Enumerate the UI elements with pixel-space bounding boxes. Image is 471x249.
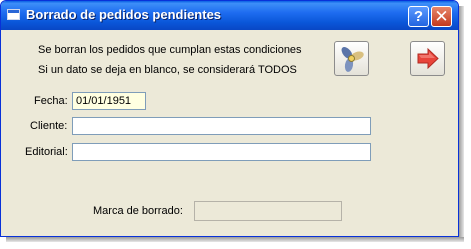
editorial-label: Editorial: — [25, 146, 68, 158]
title-bar[interactable]: Borrado de pedidos pendientes ? ✕ — [1, 1, 458, 30]
dialog-window: Borrado de pedidos pendientes ? ✕ Se bor… — [0, 0, 459, 237]
close-button[interactable]: ✕ — [431, 6, 452, 27]
cliente-label: Cliente: — [30, 120, 68, 132]
exit-button[interactable] — [410, 41, 445, 76]
execute-button[interactable] — [334, 41, 369, 76]
window-icon — [7, 9, 20, 20]
window-shadow-bottom — [6, 237, 464, 242]
window-title: Borrado de pedidos pendientes — [26, 7, 222, 22]
help-button[interactable]: ? — [408, 6, 429, 27]
marca-label: Marca de borrado: — [93, 205, 183, 217]
info-line-2: Si un dato se deja en blanco, se conside… — [38, 64, 297, 76]
fecha-field[interactable]: 01/01/1951 — [72, 92, 146, 110]
fecha-label: Fecha: — [34, 95, 68, 107]
marca-field — [194, 201, 342, 221]
info-line-1: Se borran los pedidos que cumplan estas … — [38, 44, 302, 56]
window-shadow-right — [459, 6, 464, 242]
exit-arrow-icon — [417, 47, 439, 70]
propeller-icon — [341, 47, 364, 72]
cliente-field[interactable] — [72, 117, 371, 135]
editorial-field[interactable] — [72, 143, 371, 161]
